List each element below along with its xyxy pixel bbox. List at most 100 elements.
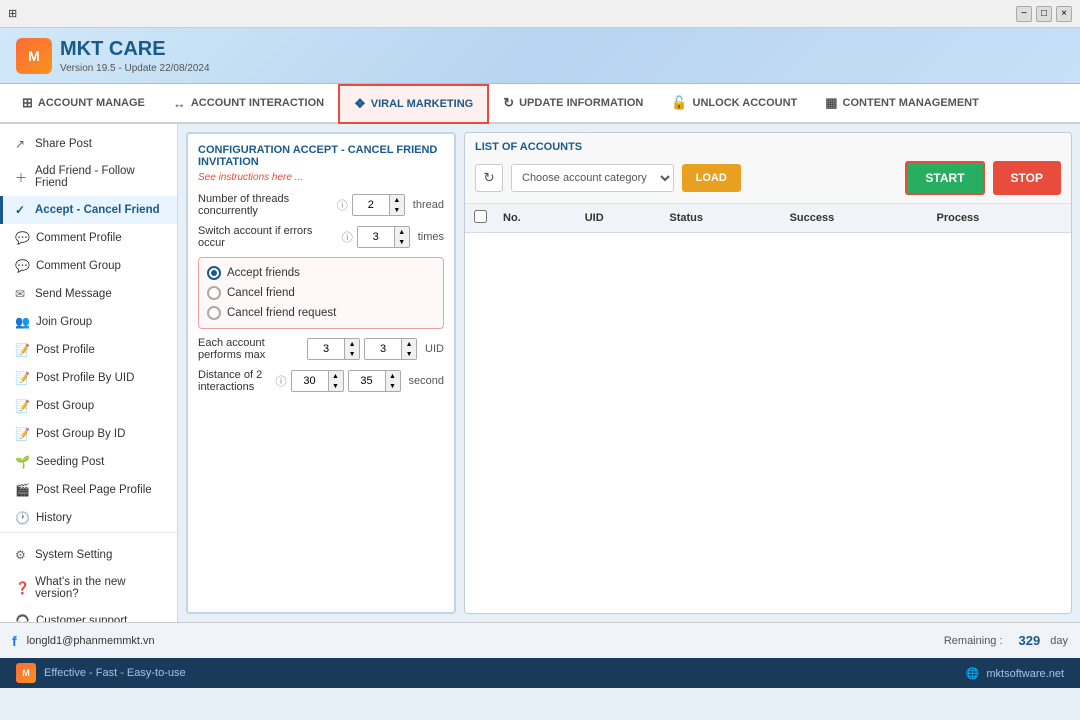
restore-button[interactable]: □	[1036, 6, 1052, 22]
tab-unlock-account[interactable]: 🔓 UNLOCK ACCOUNT	[657, 84, 811, 124]
close-button[interactable]: ×	[1056, 6, 1072, 22]
radio-cancel-friend-label: Cancel friend	[227, 287, 295, 299]
comment-profile-icon: 💬	[15, 231, 30, 245]
each-account-max-up[interactable]: ▲	[402, 339, 416, 349]
title-bar-left: ⊞	[8, 7, 17, 20]
sidebar-item-post-group-label: Post Group	[36, 400, 94, 412]
distance-row: Distance of 2 interactions ⓘ ▲ ▼ ▲	[198, 369, 444, 393]
load-button[interactable]: LOAD	[682, 164, 741, 192]
each-account-max-group: ▲ ▼	[364, 338, 417, 360]
sidebar-item-post-reel-page[interactable]: 🎬 Post Reel Page Profile	[0, 476, 177, 504]
radio-cancel-friend-request[interactable]: Cancel friend request	[207, 306, 435, 320]
errors-spin-up[interactable]: ▲	[395, 227, 409, 237]
title-bar: ⊞ − □ ×	[0, 0, 1080, 28]
footer-left: M Effective - Fast - Easy-to-use	[16, 663, 186, 683]
distance-min-down[interactable]: ▼	[329, 381, 343, 391]
minimize-button[interactable]: −	[1016, 6, 1032, 22]
each-account-max-down[interactable]: ▼	[402, 349, 416, 359]
sidebar-item-send-message[interactable]: ✉ Send Message	[0, 280, 177, 308]
sidebar-item-comment-group[interactable]: 💬 Comment Group	[0, 252, 177, 280]
sidebar-item-comment-profile-label: Comment Profile	[36, 232, 122, 244]
add-friend-icon: ＋	[15, 169, 29, 186]
tab-account-manage[interactable]: ⊞ ACCOUNT MANAGE	[8, 84, 159, 124]
title-bar-controls: − □ ×	[1016, 6, 1072, 22]
distance-max-input[interactable]	[349, 371, 385, 391]
threads-input[interactable]	[353, 195, 389, 215]
config-panel-title: CONFIGURATION ACCEPT - CANCEL FRIEND INV…	[198, 144, 444, 168]
sidebar-item-post-reel-page-label: Post Reel Page Profile	[36, 484, 152, 496]
each-account-max-input[interactable]	[365, 339, 401, 359]
join-group-icon: 👥	[15, 315, 30, 329]
distance-min-input[interactable]	[292, 371, 328, 391]
history-icon: 🕐	[15, 511, 30, 525]
stop-button[interactable]: STOP	[993, 161, 1061, 195]
sidebar: ↗ Share Post ＋ Add Friend - Follow Frien…	[0, 124, 178, 622]
radio-cancel-friend-request-btn	[207, 306, 221, 320]
tab-content-management[interactable]: ▦ CONTENT MANAGEMENT	[811, 84, 993, 124]
post-group-icon: 📝	[15, 399, 30, 413]
accept-cancel-friend-icon: ✓	[15, 203, 29, 217]
select-all-checkbox[interactable]	[474, 210, 487, 223]
refresh-button[interactable]: ↻	[475, 164, 503, 192]
radio-accept-friends-btn	[207, 266, 221, 280]
threads-label: Number of threads concurrently	[198, 193, 333, 217]
distance-max-up[interactable]: ▲	[386, 371, 400, 381]
whats-new-icon: ❓	[15, 581, 29, 595]
radio-cancel-friend-btn	[207, 286, 221, 300]
each-account-min-up[interactable]: ▲	[345, 339, 359, 349]
sidebar-item-comment-profile[interactable]: 💬 Comment Profile	[0, 224, 177, 252]
tab-update-information[interactable]: ↻ UPDATE INFORMATION	[489, 84, 657, 124]
sidebar-item-accept-cancel-friend[interactable]: ✓ Accept - Cancel Friend	[0, 196, 177, 224]
distance-max-down[interactable]: ▼	[386, 381, 400, 391]
radio-accept-friends[interactable]: Accept friends	[207, 266, 435, 280]
post-profile-uid-icon: 📝	[15, 371, 30, 385]
radio-cancel-friend[interactable]: Cancel friend	[207, 286, 435, 300]
account-interaction-icon: ↔	[173, 96, 186, 111]
account-manage-icon: ⊞	[22, 95, 33, 111]
threads-unit: thread	[413, 199, 444, 211]
distance-min-spin: ▲ ▼	[328, 371, 343, 391]
distance-min-group: ▲ ▼	[291, 370, 344, 392]
threads-input-group: ▲ ▼	[352, 194, 405, 216]
logo-letter: M	[28, 48, 40, 64]
errors-spin-down[interactable]: ▼	[395, 237, 409, 247]
tab-account-manage-label: ACCOUNT MANAGE	[38, 97, 145, 109]
threads-spin-up[interactable]: ▲	[390, 195, 404, 205]
threads-info-icon: ⓘ	[337, 197, 348, 213]
radio-accept-friends-label: Accept friends	[227, 267, 300, 279]
distance-max-group: ▲ ▼	[348, 370, 401, 392]
errors-input[interactable]	[358, 227, 394, 247]
post-group-id-icon: 📝	[15, 427, 30, 441]
start-button[interactable]: START	[905, 161, 984, 195]
sidebar-item-post-profile[interactable]: 📝 Post Profile	[0, 336, 177, 364]
sidebar-item-whats-new-label: What's in the new version?	[35, 576, 165, 600]
logo-area: M MKT CARE Version 19.5 - Update 22/08/2…	[16, 38, 210, 74]
customer-support-icon: 🎧	[15, 614, 30, 622]
sidebar-item-post-profile-uid[interactable]: 📝 Post Profile By UID	[0, 364, 177, 392]
sidebar-item-join-group-label: Join Group	[36, 316, 92, 328]
sidebar-item-post-group[interactable]: 📝 Post Group	[0, 392, 177, 420]
category-select[interactable]: Choose account category	[511, 164, 674, 192]
tab-account-interaction[interactable]: ↔ ACCOUNT INTERACTION	[159, 84, 338, 124]
each-account-min-down[interactable]: ▼	[345, 349, 359, 359]
footer-right: 🌐 mktsoftware.net	[966, 667, 1064, 680]
col-process: Process	[928, 204, 1071, 233]
errors-unit: times	[418, 231, 444, 243]
sidebar-item-customer-support[interactable]: 🎧 Customer support	[0, 607, 177, 622]
threads-spin-down[interactable]: ▼	[390, 205, 404, 215]
sidebar-item-history-label: History	[36, 512, 72, 524]
tab-viral-marketing[interactable]: ❖ VIRAL MARKETING	[338, 84, 489, 124]
distance-min-up[interactable]: ▲	[329, 371, 343, 381]
each-account-min-input[interactable]	[308, 339, 344, 359]
sidebar-item-post-group-id[interactable]: 📝 Post Group By ID	[0, 420, 177, 448]
sidebar-item-send-message-label: Send Message	[35, 288, 112, 300]
sidebar-item-customer-support-label: Customer support	[36, 615, 127, 622]
sidebar-item-share-post[interactable]: ↗ Share Post	[0, 130, 177, 158]
sidebar-item-add-friend[interactable]: ＋ Add Friend - Follow Friend	[0, 158, 177, 196]
sidebar-item-history[interactable]: 🕐 History	[0, 504, 177, 532]
sidebar-item-seeding-post[interactable]: 🌱 Seeding Post	[0, 448, 177, 476]
sidebar-item-join-group[interactable]: 👥 Join Group	[0, 308, 177, 336]
app-header: M MKT CARE Version 19.5 - Update 22/08/2…	[0, 28, 1080, 84]
sidebar-item-system-setting[interactable]: ⚙ System Setting	[0, 541, 177, 569]
sidebar-item-whats-new[interactable]: ❓ What's in the new version?	[0, 569, 177, 607]
